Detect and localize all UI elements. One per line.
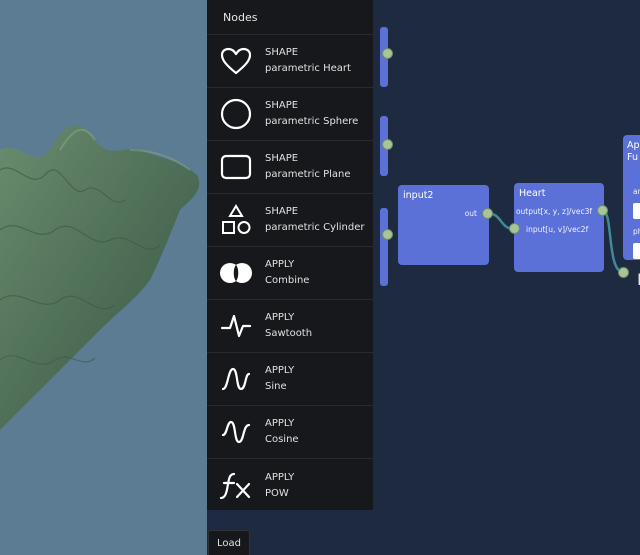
input2-out-port[interactable] — [482, 208, 493, 219]
circle-icon — [207, 88, 265, 141]
library-item-sawtooth[interactable]: APPLY Sawtooth — [207, 300, 373, 353]
library-item-category: SHAPE — [265, 100, 299, 111]
library-item-name: POW — [265, 487, 289, 499]
library-item-sphere[interactable]: SHAPE parametric Sphere — [207, 88, 373, 141]
library-item-name: parametric Sphere — [265, 116, 359, 127]
library-item-name: parametric Cylinder — [265, 222, 365, 233]
apply-param-a-field[interactable] — [633, 203, 640, 219]
heart-input-port[interactable] — [509, 223, 520, 234]
library-item-pow[interactable]: APPLY POW — [207, 459, 373, 512]
input2-node-title: input2 — [403, 190, 434, 201]
hidden-node-2-output-port[interactable] — [382, 139, 393, 150]
hidden-node-3[interactable] — [380, 208, 388, 286]
library-item-category: APPLY — [265, 259, 295, 270]
hidden-node-3-output-port[interactable] — [382, 229, 393, 240]
library-item-cylinder[interactable]: SHAPE parametric Cylinder — [207, 194, 373, 247]
library-item-heart[interactable]: SHAPE parametric Heart — [207, 35, 373, 88]
node-library-panel: Nodes SHAPE parametric Heart SHAPE param… — [207, 0, 373, 510]
apply-param-b-field[interactable] — [633, 243, 640, 259]
heart-icon — [207, 35, 265, 88]
library-item-name: Combine — [265, 275, 310, 286]
library-item-cosine[interactable]: APPLY Cosine — [207, 406, 373, 459]
heart-output-port[interactable] — [597, 205, 608, 216]
input2-node[interactable]: input2 out — [398, 185, 489, 265]
hidden-node-1-output-port[interactable] — [382, 48, 393, 59]
library-item-category: APPLY — [265, 471, 295, 483]
library-item-category: APPLY — [265, 312, 295, 323]
apply-function-node[interactable]: Ap Fu an ph — [623, 135, 640, 260]
library-item-category: SHAPE — [265, 153, 299, 164]
input2-out-label: out — [464, 209, 477, 218]
sine-wave-icon — [207, 353, 265, 406]
library-item-category: SHAPE — [265, 47, 299, 58]
heart-input-label: input[u, v]/vec2f — [526, 225, 589, 234]
heart-node[interactable]: Heart output[x, y, z]/vec3f input[u, v]/… — [514, 183, 604, 272]
sawtooth-wave-icon — [207, 300, 265, 353]
apply-param-a-label: an — [633, 187, 640, 196]
apply-input-port[interactable] — [618, 267, 629, 278]
rounded-rect-icon — [207, 141, 265, 194]
library-title: Nodes — [207, 0, 373, 35]
cosine-wave-icon — [207, 406, 265, 459]
3d-viewport[interactable] — [0, 0, 207, 555]
library-item-category: APPLY — [265, 418, 295, 429]
apply-param-b-label: ph — [633, 227, 640, 236]
function-icon — [207, 459, 265, 512]
library-item-name: Sine — [265, 381, 287, 392]
shapes-icon — [207, 194, 265, 247]
library-item-name: parametric Heart — [265, 63, 351, 74]
library-item-sine[interactable]: APPLY Sine — [207, 353, 373, 406]
apply-node-title-line2: Fu — [627, 152, 638, 163]
library-item-category: APPLY — [265, 365, 295, 376]
apply-node-title-line1: Ap — [627, 140, 640, 151]
library-item-name: Sawtooth — [265, 328, 313, 339]
heart-node-title: Heart — [519, 188, 546, 199]
load-button[interactable]: Load — [208, 530, 250, 555]
library-item-name: Cosine — [265, 434, 299, 445]
library-item-name: parametric Plane — [265, 169, 351, 180]
parametric-surface-render — [0, 125, 200, 430]
library-item-plane[interactable]: SHAPE parametric Plane — [207, 141, 373, 194]
library-item-combine[interactable]: APPLY Combine — [207, 247, 373, 300]
heart-output-label: output[x, y, z]/vec3f — [515, 207, 592, 216]
library-item-category: SHAPE — [265, 206, 299, 217]
venn-icon — [207, 247, 265, 300]
